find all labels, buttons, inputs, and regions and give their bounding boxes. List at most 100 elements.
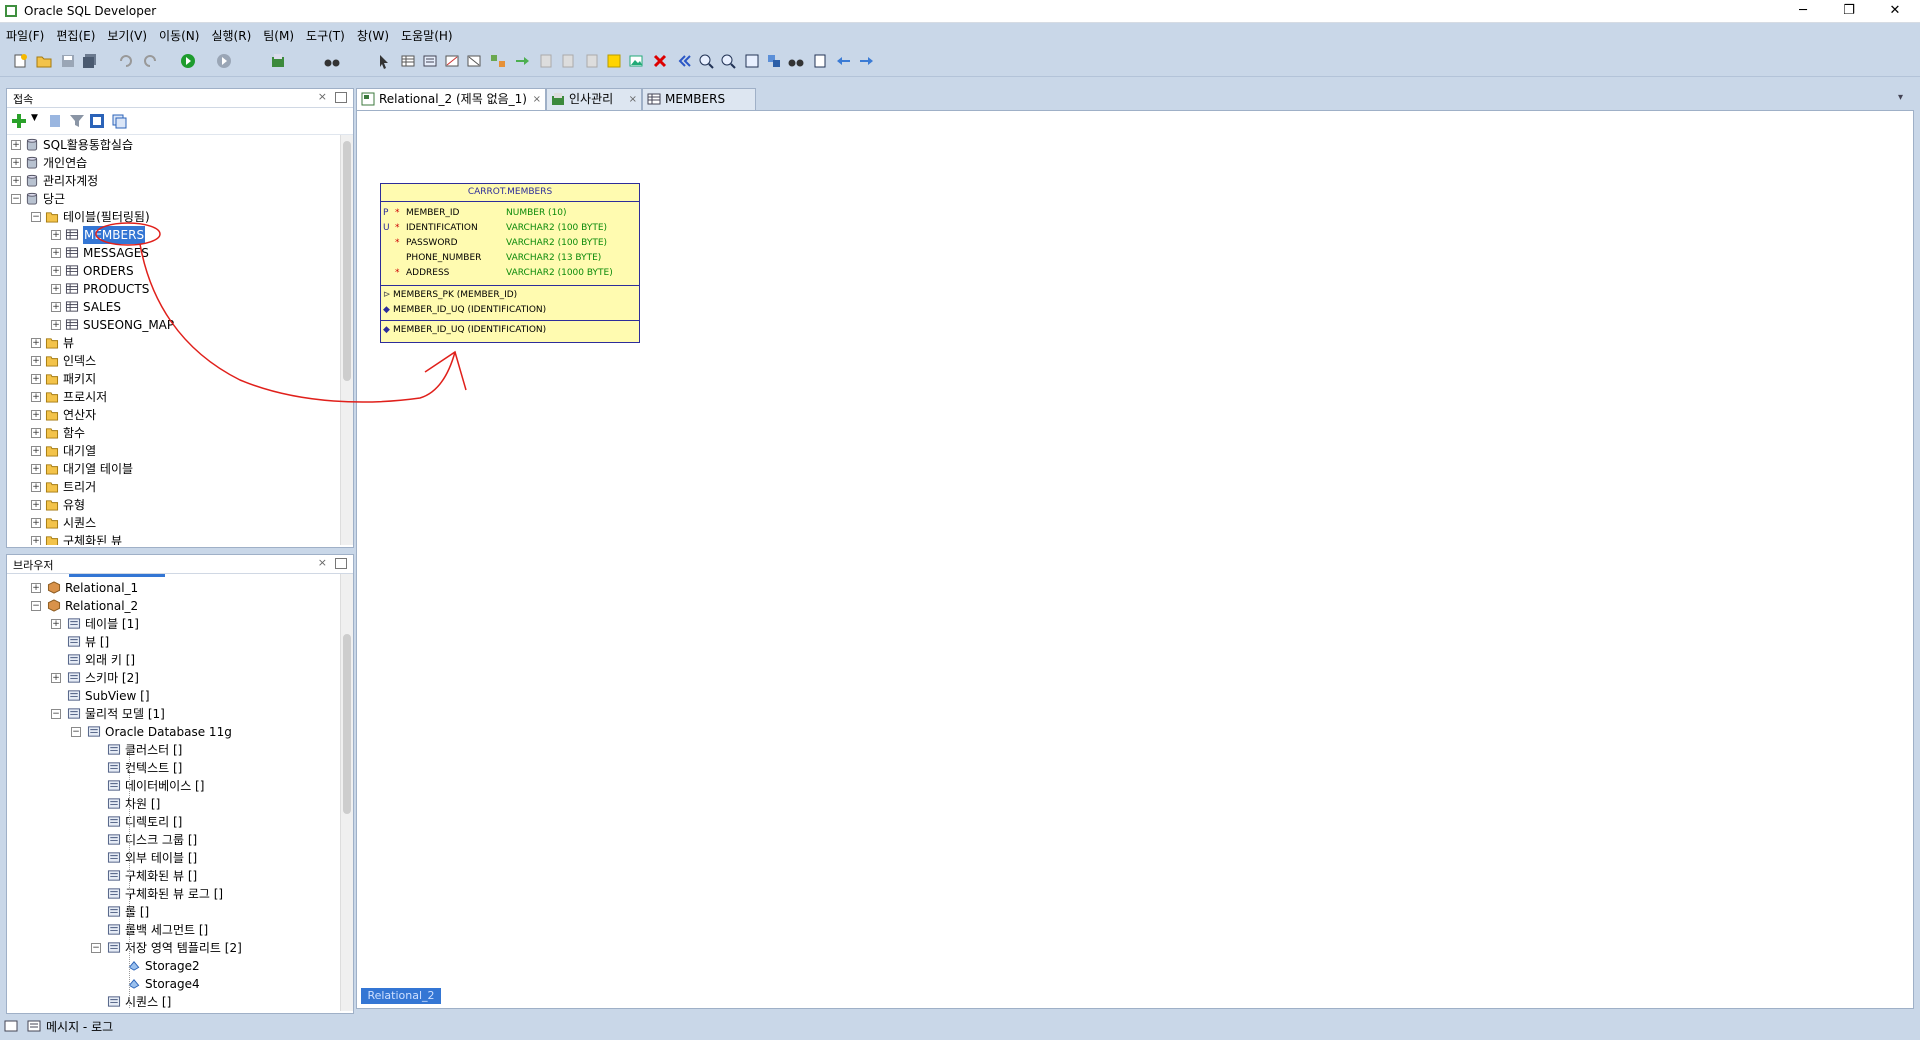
back-icon[interactable] [180,53,196,69]
browser-tree-item[interactable]: 디스크 그룹 [] [7,831,337,849]
minimize-button[interactable]: ─ [1780,0,1826,22]
tree-item[interactable]: + 트리거 [7,478,337,496]
sql-worksheet-icon[interactable] [270,53,286,69]
menu-edit[interactable]: 편집(E) [50,23,101,44]
expand-icon[interactable]: + [51,230,61,240]
browser-tree-item[interactable]: − Oracle Database 11g [7,723,337,741]
expand-icon[interactable]: + [31,374,41,384]
tree-item[interactable]: + SUSEONG_MAP [7,316,337,334]
tree-item[interactable]: + 대기열 테이블 [7,460,337,478]
menu-file[interactable]: 파일(F) [0,23,50,44]
tree-item[interactable]: + 프로시저 [7,388,337,406]
browser-tree-item[interactable]: + 테이블 [1] [7,615,337,633]
engineer-icon[interactable] [676,53,692,69]
new-fk-icon[interactable] [490,53,506,69]
browser-tree-item[interactable]: 외부 테이블 [] [7,849,337,867]
properties-icon[interactable] [812,53,828,69]
split-table-icon[interactable] [444,53,460,69]
tree-item[interactable]: + SALES [7,298,337,316]
expand-icon[interactable]: + [31,482,41,492]
connections-scroll-thumb[interactable] [343,141,351,381]
tab-members[interactable]: MEMBERS [642,88,756,110]
expand-icon[interactable]: + [51,266,61,276]
collapse-icon[interactable]: − [51,709,61,719]
browser-tree-item[interactable]: 디렉토리 [] [7,813,337,831]
new-table-icon[interactable] [400,53,416,69]
find-icon[interactable] [788,53,804,69]
merge-tables-icon[interactable] [466,53,482,69]
dropdown-arrow-icon[interactable]: ▼ [31,113,38,123]
expand-icon[interactable]: + [51,619,61,629]
note2-icon[interactable] [560,53,576,69]
browser-tree-item[interactable]: Storage2 [7,957,337,975]
nav-forward-icon[interactable] [858,53,874,69]
browser-tree-item[interactable]: 구체화된 뷰 로그 [] [7,885,337,903]
expand-icon[interactable]: + [31,356,41,366]
tree-item[interactable]: + 구체화된 뷰 [7,532,337,545]
expand-icon[interactable]: + [11,176,21,186]
tree-item[interactable]: − 당근 [7,190,337,208]
tree-item[interactable]: − 테이블(필터링됨) [7,208,337,226]
close-button[interactable]: ✕ [1872,0,1918,22]
tab-list-icon[interactable]: ▾ [1898,92,1903,103]
browser-tree-item[interactable]: 클러스터 [] [7,741,337,759]
expand-icon[interactable]: + [31,446,41,456]
tree-item[interactable]: + SQL활용통합실습 [7,136,337,154]
tree-item[interactable]: + 연산자 [7,406,337,424]
panel-minimize-icon[interactable] [335,558,347,569]
expand-icon[interactable]: + [31,392,41,402]
panel-close-icon[interactable]: × [318,556,327,569]
browser-tree-item[interactable]: − Relational_2 [7,597,337,615]
browser-tree-item[interactable]: − 저장 영역 템플리트 [2] [7,939,337,957]
menu-run[interactable]: 실행(R) [205,23,257,44]
expand-icon[interactable]: + [31,583,41,593]
restore-panel-icon[interactable] [4,1020,18,1032]
tree-item[interactable]: + 개인연습 [7,154,337,172]
collapse-icon[interactable]: − [31,212,41,222]
expand-icon[interactable]: + [31,464,41,474]
sticky-note-icon[interactable] [606,53,622,69]
browser-tree-item[interactable]: SubView [] [7,687,337,705]
expand-icon[interactable]: + [31,518,41,528]
panel-minimize-icon[interactable] [335,92,347,103]
report-icon[interactable] [111,113,127,129]
expand-icon[interactable]: + [31,500,41,510]
expand-icon[interactable]: + [11,158,21,168]
expand-icon[interactable]: + [51,284,61,294]
browser-tree-item[interactable]: + 스키마 [2] [7,669,337,687]
menu-window[interactable]: 창(W) [351,23,395,44]
menu-view[interactable]: 보기(V) [101,23,153,44]
schema-browser-icon[interactable] [89,113,105,129]
tree-item[interactable]: + 패키지 [7,370,337,388]
browser-scrollbar[interactable] [340,574,353,1011]
select-cursor-icon[interactable] [376,53,392,69]
green-arrow-icon[interactable] [514,53,530,69]
new-file-icon[interactable] [12,53,28,69]
expand-icon[interactable]: + [51,320,61,330]
menu-team[interactable]: 팀(M) [257,23,300,44]
status-messages-log[interactable]: 메시지 - 로그 [46,1018,113,1035]
browser-tree-item[interactable]: 시퀀스 [] [7,993,337,1011]
expand-icon[interactable]: + [31,410,41,420]
collapse-icon[interactable]: − [71,727,81,737]
expand-icon[interactable]: + [31,536,41,545]
tree-item[interactable]: + PRODUCTS [7,280,337,298]
browser-tree-item[interactable]: 롤 [] [7,903,337,921]
new-view-icon[interactable] [422,53,438,69]
undo-icon[interactable] [118,53,134,69]
add-connection-icon[interactable] [11,113,27,129]
expand-icon[interactable]: + [51,302,61,312]
expand-icon[interactable]: + [51,248,61,258]
note-icon[interactable] [538,53,554,69]
browser-tree-item[interactable]: 구체화된 뷰 [] [7,867,337,885]
tree-item[interactable]: + 대기열 [7,442,337,460]
filter-icon[interactable] [69,113,85,129]
browser-tree-item[interactable]: 롤백 세그먼트 [] [7,921,337,939]
tab-close-icon[interactable]: × [533,89,541,110]
tree-item[interactable]: + 인덱스 [7,352,337,370]
collapse-icon[interactable]: − [91,943,101,953]
menu-tools[interactable]: 도구(T) [300,23,351,44]
browser-tree-item[interactable]: + Relational_1 [7,579,337,597]
collapse-icon[interactable]: − [11,194,21,204]
picture-icon[interactable] [628,53,644,69]
